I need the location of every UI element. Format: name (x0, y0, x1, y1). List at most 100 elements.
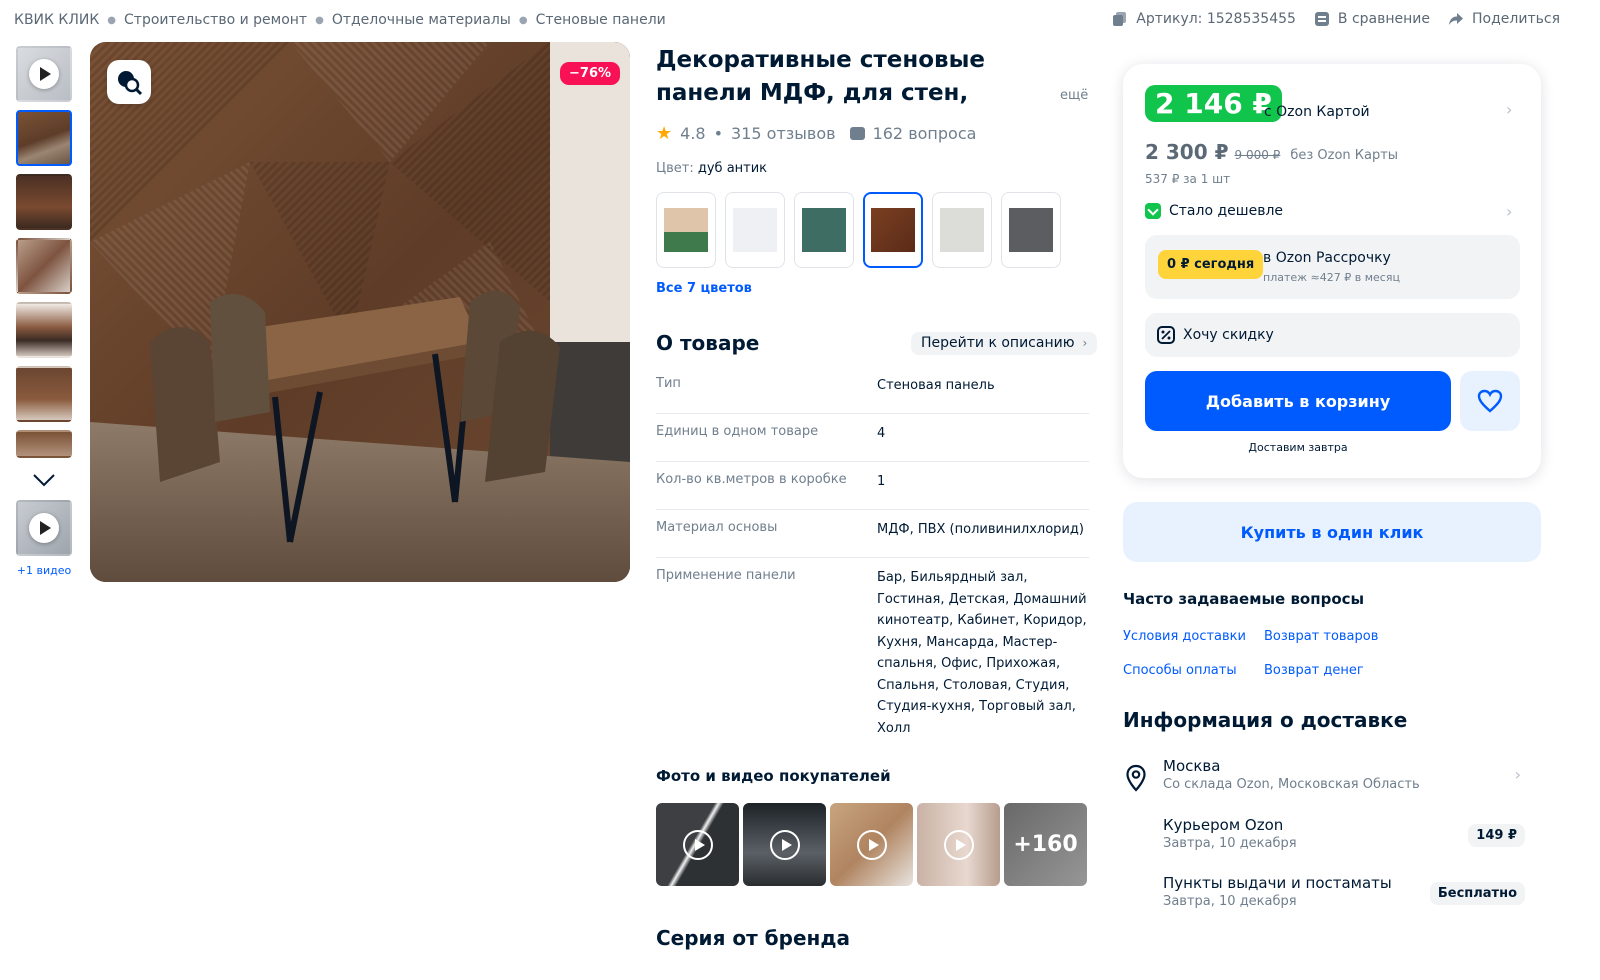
installment-subtitle: платеж ≈427 ₽ в месяц (1263, 271, 1400, 284)
discount-badge: −76% (560, 62, 621, 85)
buy-one-click-button[interactable]: Купить в один клик (1123, 502, 1541, 562)
title-more-link[interactable]: ещё (1060, 88, 1088, 103)
chevron-right-icon[interactable]: › (1506, 202, 1512, 221)
color-swatch[interactable] (794, 192, 854, 268)
play-icon (29, 513, 59, 543)
breadcrumb-item[interactable]: Стеновые панели (536, 12, 666, 28)
customer-video[interactable] (743, 803, 826, 886)
delivery-location[interactable]: Москва Со склада Ozon, Московская Област… (1163, 757, 1525, 792)
color-value: дуб антик (697, 161, 768, 176)
faq-link-payment[interactable]: Способы оплаты (1123, 663, 1237, 678)
faq-link-returns[interactable]: Возврат товаров (1264, 629, 1378, 644)
customer-media-more[interactable]: +160 (1004, 803, 1087, 886)
card-price: 2 146 ₽ (1145, 85, 1282, 122)
go-to-description-button[interactable]: Перейти к описанию › (911, 332, 1098, 355)
spec-key: Материал основы (656, 520, 778, 535)
spec-row: Тип Стеновая панель (656, 366, 1089, 414)
delivery-option-price: 149 ₽ (1468, 824, 1525, 847)
breadcrumb-separator: ● (107, 14, 117, 26)
faq-heading: Часто задаваемые вопросы (1123, 590, 1365, 608)
breadcrumb-item[interactable]: Строительство и ремонт (124, 12, 307, 28)
play-icon (856, 829, 887, 860)
thumbnail-video[interactable] (16, 46, 72, 102)
reviews-link[interactable]: 315 отзывов (731, 124, 836, 143)
thumbnail-image[interactable] (16, 302, 72, 358)
spec-value: МДФ, ПВХ (поливинилхлорид) (877, 522, 1084, 537)
sku-label: Артикул: 1528535455 (1136, 11, 1296, 27)
questions-link[interactable]: 162 вопроса (873, 124, 977, 143)
customer-video[interactable] (917, 803, 1000, 886)
breadcrumb-item[interactable]: Отделочные материалы (332, 12, 511, 28)
visual-search-button[interactable] (107, 60, 151, 104)
delivery-warehouse: Со склада Ozon, Московская Область (1163, 777, 1420, 792)
product-main-image[interactable] (90, 42, 630, 582)
top-actions: Артикул: 1528535455 В сравнение Поделить… (1112, 11, 1560, 27)
play-icon (943, 829, 974, 860)
spec-value: Стеновая панель (877, 378, 995, 393)
favorite-button[interactable] (1460, 371, 1520, 431)
swatch-chip (940, 208, 984, 252)
color-swatch[interactable] (725, 192, 785, 268)
customer-media-heading: Фото и видео покупателей (656, 767, 891, 785)
chevron-right-icon: › (1082, 336, 1088, 350)
sku-copy[interactable]: Артикул: 1528535455 (1112, 11, 1296, 27)
thumbnail-image[interactable] (16, 366, 72, 422)
rating-row: ★ 4.8 • 315 отзывов 162 вопроса (656, 123, 976, 144)
thumbnail-image[interactable] (16, 110, 72, 166)
spec-row: Кол-во кв.метров в коробке 1 (656, 462, 1089, 510)
heart-icon (1477, 389, 1503, 413)
price-per-unit: 537 ₽ за 1 шт (1145, 172, 1231, 186)
spec-row: Материал основы МДФ, ПВХ (поливинилхлори… (656, 510, 1089, 558)
faq-link-refund[interactable]: Возврат денег (1264, 663, 1364, 678)
breadcrumb-separator: ● (518, 14, 528, 26)
installment-badge: 0 ₽ сегодня (1158, 250, 1264, 279)
play-icon (769, 829, 800, 860)
price-drop-label: Стало дешевле (1169, 203, 1284, 219)
chevron-right-icon[interactable]: › (1506, 100, 1512, 119)
questions-icon (849, 127, 865, 140)
color-swatch[interactable] (932, 192, 992, 268)
installment-title: в Ozon Рассрочку (1263, 250, 1391, 266)
thumbnail-strip: +1 видео (14, 46, 74, 577)
spec-row: Применение панели Бар, Бильярдный зал, Г… (656, 558, 1089, 751)
delivery-option-price: Бесплатно (1429, 882, 1525, 905)
color-swatch-selected[interactable] (863, 192, 923, 268)
color-label-prefix: Цвет: (656, 161, 694, 176)
video-count-label[interactable]: +1 видео (14, 564, 74, 577)
play-icon (29, 59, 59, 89)
delivery-city: Москва (1163, 757, 1221, 775)
thumbnail-image[interactable] (16, 174, 72, 230)
swatch-chip (733, 208, 777, 252)
customer-video[interactable] (656, 803, 739, 886)
thumbnails-scroll-down[interactable] (14, 466, 74, 494)
thumbnail-image[interactable] (16, 238, 72, 294)
breadcrumb: КВИК КЛИК ● Строительство и ремонт ● Отд… (14, 12, 666, 28)
about-heading: О товаре (656, 331, 760, 355)
card-price-label: с Ozon Картой (1264, 104, 1370, 120)
customer-media-strip: +160 (656, 803, 1087, 886)
share-button[interactable]: Поделиться (1448, 11, 1560, 27)
delivery-option[interactable]: Пункты выдачи и постаматы Завтра, 10 дек… (1163, 874, 1525, 909)
compare-button[interactable]: В сравнение (1314, 11, 1430, 27)
all-colors-link[interactable]: Все 7 цветов (656, 281, 752, 296)
delivery-option[interactable]: Курьером Ozon Завтра, 10 декабря 149 ₽ (1163, 816, 1525, 851)
swatch-chip (1009, 208, 1053, 252)
faq-link-delivery[interactable]: Условия доставки (1123, 629, 1246, 644)
share-icon (1449, 13, 1464, 25)
spec-key: Единиц в одном товаре (656, 424, 819, 439)
location-pin-icon (1126, 764, 1146, 792)
customer-video[interactable] (830, 803, 913, 886)
price-drop-row[interactable]: Стало дешевле (1145, 203, 1283, 219)
breadcrumb-item[interactable]: КВИК КЛИК (14, 12, 99, 28)
specs-table: Тип Стеновая панель Единиц в одном товар… (656, 366, 1089, 751)
thumbnail-video[interactable] (16, 500, 72, 556)
color-swatch[interactable] (1001, 192, 1061, 268)
color-swatch[interactable] (656, 192, 716, 268)
color-label: Цвет: дуб антик (656, 161, 767, 176)
add-to-cart-button[interactable]: Добавить в корзину (1145, 371, 1451, 431)
thumbnail-image[interactable] (16, 430, 72, 458)
product-title: Декоративные стеновые панели МДФ, для ст… (656, 47, 985, 106)
compare-label: В сравнение (1337, 11, 1431, 27)
want-discount-button[interactable]: Хочу скидку (1145, 313, 1520, 357)
delivery-note: Доставим завтра (1248, 441, 1348, 454)
